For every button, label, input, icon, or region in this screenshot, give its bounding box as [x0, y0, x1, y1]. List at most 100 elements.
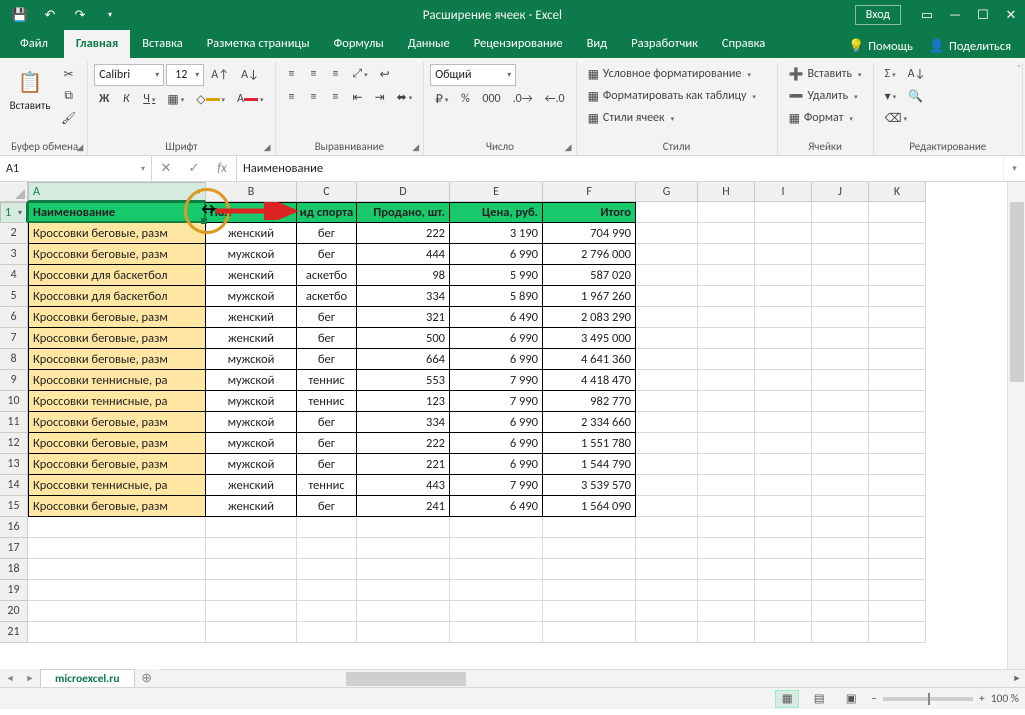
data-cell[interactable] [869, 538, 926, 559]
data-cell[interactable]: 7 990 [450, 370, 543, 391]
data-cell[interactable]: 2 796 000 [543, 244, 636, 265]
data-cell[interactable] [812, 454, 869, 475]
data-cell[interactable] [869, 391, 926, 412]
data-cell[interactable] [698, 412, 755, 433]
data-cell[interactable] [543, 580, 636, 601]
tab-insert[interactable]: Вставка [130, 30, 195, 58]
data-cell[interactable] [357, 559, 450, 580]
data-cell[interactable] [869, 475, 926, 496]
data-cell[interactable] [450, 517, 543, 538]
column-header[interactable]: D [357, 182, 450, 202]
data-cell[interactable]: Кроссовки теннисные, ра [28, 475, 206, 496]
row-header[interactable]: 18 [0, 559, 28, 580]
delete-cells-button[interactable]: ➖Удалить [784, 86, 867, 106]
data-cell[interactable] [755, 244, 812, 265]
data-cell[interactable]: 222 [357, 223, 450, 244]
data-cell[interactable]: 1 551 780 [543, 433, 636, 454]
data-cell[interactable] [206, 517, 297, 538]
data-cell[interactable]: 3 539 570 [543, 475, 636, 496]
data-cell[interactable] [636, 244, 698, 265]
data-cell[interactable]: бег [297, 307, 357, 328]
data-cell[interactable] [297, 601, 357, 622]
dialog-launcher-icon[interactable]: ◢ [264, 142, 271, 153]
tab-review[interactable]: Рецензирование [462, 30, 575, 58]
data-cell[interactable] [698, 517, 755, 538]
data-cell[interactable]: 6 990 [450, 433, 543, 454]
vertical-scrollbar[interactable] [1007, 182, 1025, 669]
bold-button[interactable]: Ж [94, 89, 114, 109]
data-cell[interactable] [869, 412, 926, 433]
dialog-launcher-icon[interactable]: ◢ [565, 142, 572, 153]
header-cell[interactable] [755, 202, 812, 223]
maximize-icon[interactable]: ☐ [969, 0, 997, 30]
data-cell[interactable] [636, 433, 698, 454]
data-cell[interactable] [812, 622, 869, 643]
confirm-edit-icon[interactable]: ✓ [180, 156, 208, 181]
data-cell[interactable] [812, 328, 869, 349]
merge-icon[interactable]: ⬌ [392, 87, 418, 107]
percent-icon[interactable]: % [455, 89, 475, 109]
tab-file[interactable]: Файл [4, 30, 64, 58]
number-format-select[interactable]: Общий [430, 64, 516, 86]
tab-help[interactable]: Справка [710, 30, 777, 58]
font-name-select[interactable]: Calibri [94, 64, 164, 86]
data-cell[interactable] [357, 601, 450, 622]
data-cell[interactable]: Кроссовки беговые, разм [28, 223, 206, 244]
data-cell[interactable]: бег [297, 244, 357, 265]
cancel-edit-icon[interactable]: ✕ [152, 156, 180, 181]
data-cell[interactable] [357, 622, 450, 643]
data-cell[interactable] [297, 580, 357, 601]
data-cell[interactable] [543, 601, 636, 622]
data-cell[interactable]: 6 990 [450, 349, 543, 370]
data-cell[interactable] [698, 475, 755, 496]
tab-developer[interactable]: Разработчик [619, 30, 710, 58]
data-cell[interactable] [450, 622, 543, 643]
data-cell[interactable] [812, 538, 869, 559]
row-header[interactable]: 6 [0, 307, 28, 328]
data-cell[interactable] [206, 622, 297, 643]
increase-indent-icon[interactable]: ⇥ [370, 87, 390, 107]
data-cell[interactable]: 664 [357, 349, 450, 370]
data-cell[interactable]: аскетбо [297, 286, 357, 307]
data-cell[interactable]: 6 990 [450, 412, 543, 433]
column-header[interactable]: F [543, 182, 636, 202]
data-cell[interactable] [636, 454, 698, 475]
data-cell[interactable]: 4 418 470 [543, 370, 636, 391]
data-cell[interactable]: бег [297, 433, 357, 454]
data-cell[interactable]: Кроссовки для баскетбол [28, 286, 206, 307]
data-cell[interactable] [755, 265, 812, 286]
data-cell[interactable] [543, 538, 636, 559]
data-cell[interactable]: 221 [357, 454, 450, 475]
data-cell[interactable] [636, 412, 698, 433]
close-icon[interactable]: ✕ [997, 0, 1025, 30]
align-middle-icon[interactable]: ≡ [304, 64, 324, 84]
row-header[interactable]: 19 [0, 580, 28, 601]
data-cell[interactable] [812, 559, 869, 580]
data-cell[interactable] [698, 433, 755, 454]
align-top-icon[interactable]: ≡ [282, 64, 302, 84]
tell-me[interactable]: 💡Помощь [842, 35, 919, 58]
header-cell[interactable] [636, 202, 698, 223]
align-right-icon[interactable]: ≡ [326, 87, 346, 107]
underline-button[interactable]: Ч [138, 89, 160, 109]
data-cell[interactable] [812, 517, 869, 538]
data-cell[interactable] [206, 601, 297, 622]
expand-formula-bar-icon[interactable]: ▾ [1003, 156, 1025, 181]
data-cell[interactable] [636, 223, 698, 244]
data-cell[interactable]: 7 990 [450, 391, 543, 412]
data-cell[interactable] [869, 580, 926, 601]
cut-icon[interactable]: ✂ [56, 64, 81, 84]
data-cell[interactable]: Кроссовки беговые, разм [28, 244, 206, 265]
data-cell[interactable]: бег [297, 328, 357, 349]
header-cell[interactable]: Пол [206, 202, 297, 223]
data-cell[interactable] [869, 265, 926, 286]
data-cell[interactable] [698, 265, 755, 286]
data-cell[interactable]: бег [297, 223, 357, 244]
worksheet-grid[interactable]: ABCDEFGHIJK 1234567891011121314151617181… [0, 182, 1025, 687]
column-headers[interactable]: ABCDEFGHIJK [28, 182, 926, 202]
column-header[interactable]: H [698, 182, 755, 202]
data-cell[interactable] [755, 307, 812, 328]
data-cell[interactable] [812, 391, 869, 412]
data-cell[interactable]: 6 990 [450, 244, 543, 265]
save-icon[interactable]: 💾 [6, 0, 34, 30]
